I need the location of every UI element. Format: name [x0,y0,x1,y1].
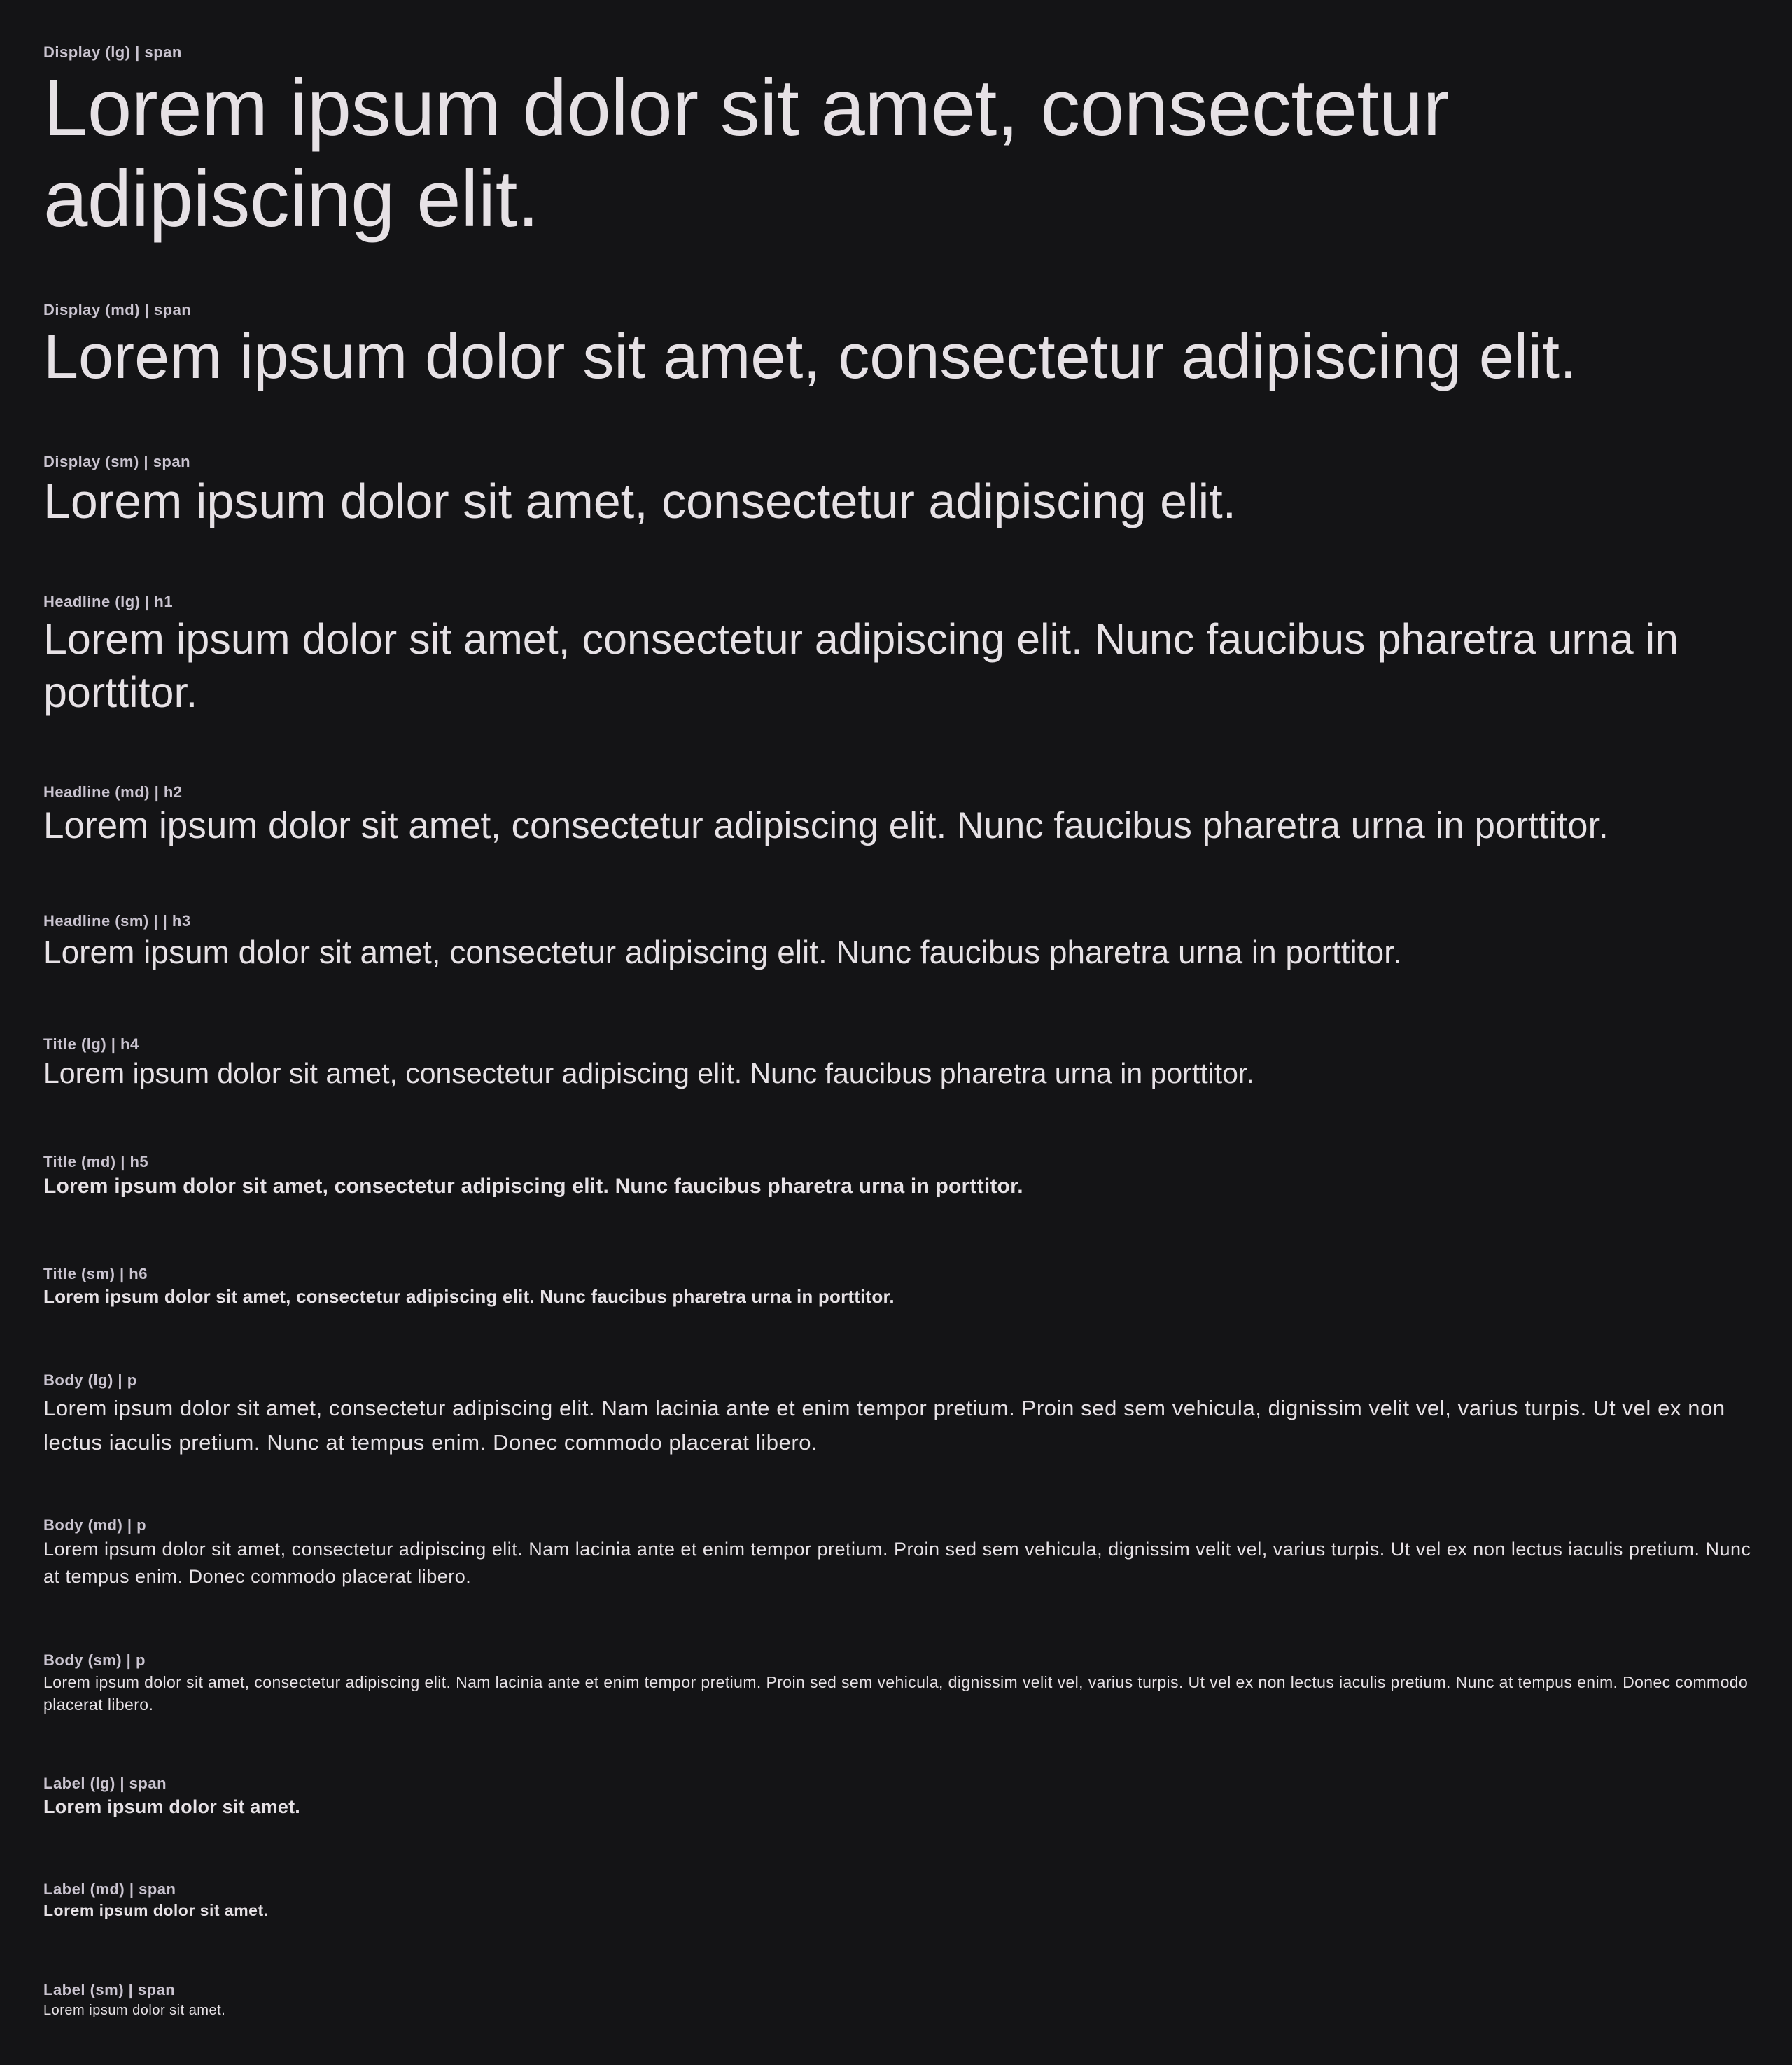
specimen-display-md: Display (md) | span Lorem ipsum dolor si… [43,300,1751,393]
specimen-headline-sm: Headline (sm) | | h3 Lorem ipsum dolor s… [43,911,1751,972]
specimen-headline-md: Headline (md) | h2 Lorem ipsum dolor sit… [43,782,1751,849]
specimen-text: Lorem ipsum dolor sit amet, consectetur … [43,1286,895,1307]
specimen-label-sm: Label (sm) | span Lorem ipsum dolor sit … [43,1980,1751,2020]
specimen-body-lg: Body (lg) | p Lorem ipsum dolor sit amet… [43,1370,1751,1460]
specimen-text: Lorem ipsum dolor sit amet, consectetur … [43,474,1237,528]
specimen-headline-lg: Headline (lg) | h1 Lorem ipsum dolor sit… [43,592,1751,719]
specimen-tag: Display (md) | span [43,301,192,318]
specimen-text: Lorem ipsum dolor sit amet, consectetur … [43,1673,1749,1714]
specimen-text: Lorem ipsum dolor sit amet, consectetur … [43,1396,1726,1455]
specimen-text: Lorem ipsum dolor sit amet, consectetur … [43,615,1679,716]
specimen-text: Lorem ipsum dolor sit amet, consectetur … [43,1539,1751,1587]
specimen-body-md: Body (md) | p Lorem ipsum dolor sit amet… [43,1515,1751,1590]
specimen-tag: Title (sm) | h6 [43,1265,148,1282]
specimen-tag: Headline (sm) | | h3 [43,912,191,930]
specimen-tag: Headline (md) | h2 [43,783,183,801]
specimen-text: Lorem ipsum dolor sit amet, consectetur … [43,805,1609,846]
specimen-text: Lorem ipsum dolor sit amet. [43,1796,300,1817]
specimen-tag: Body (lg) | p [43,1371,137,1389]
specimen-tag: Display (lg) | span [43,43,182,61]
specimen-tag: Display (sm) | span [43,453,191,470]
specimen-title-lg: Title (lg) | h4 Lorem ipsum dolor sit am… [43,1034,1751,1091]
specimen-tag: Title (md) | h5 [43,1153,149,1170]
specimen-label-lg: Label (lg) | span Lorem ipsum dolor sit … [43,1773,1751,1819]
specimen-text: Lorem ipsum dolor sit amet, consectetur … [43,64,1450,244]
specimen-label-md: Label (md) | span Lorem ipsum dolor sit … [43,1879,1751,1921]
specimen-text: Lorem ipsum dolor sit amet. [43,2003,226,2018]
specimen-display-sm: Display (sm) | span Lorem ipsum dolor si… [43,451,1751,530]
specimen-text: Lorem ipsum dolor sit amet. [43,1901,269,1919]
specimen-tag: Headline (lg) | h1 [43,593,174,610]
specimen-text: Lorem ipsum dolor sit amet, consectetur … [43,934,1402,970]
specimen-tag: Label (lg) | span [43,1774,167,1792]
specimen-text: Lorem ipsum dolor sit amet, consectetur … [43,1057,1254,1089]
specimen-text: Lorem ipsum dolor sit amet, consectetur … [43,1175,1023,1198]
specimen-text: Lorem ipsum dolor sit amet, consectetur … [43,322,1577,392]
specimen-tag: Body (md) | p [43,1516,147,1534]
specimen-tag: Label (sm) | span [43,1981,176,1998]
specimen-display-lg: Display (lg) | span Lorem ipsum dolor si… [43,42,1751,245]
specimen-title-md: Title (md) | h5 Lorem ipsum dolor sit am… [43,1152,1751,1200]
specimen-title-sm: Title (sm) | h6 Lorem ipsum dolor sit am… [43,1264,1751,1308]
specimen-tag: Label (md) | span [43,1880,176,1898]
specimen-body-sm: Body (sm) | p Lorem ipsum dolor sit amet… [43,1650,1751,1716]
specimen-tag: Title (lg) | h4 [43,1035,139,1053]
specimen-tag: Body (sm) | p [43,1651,146,1669]
